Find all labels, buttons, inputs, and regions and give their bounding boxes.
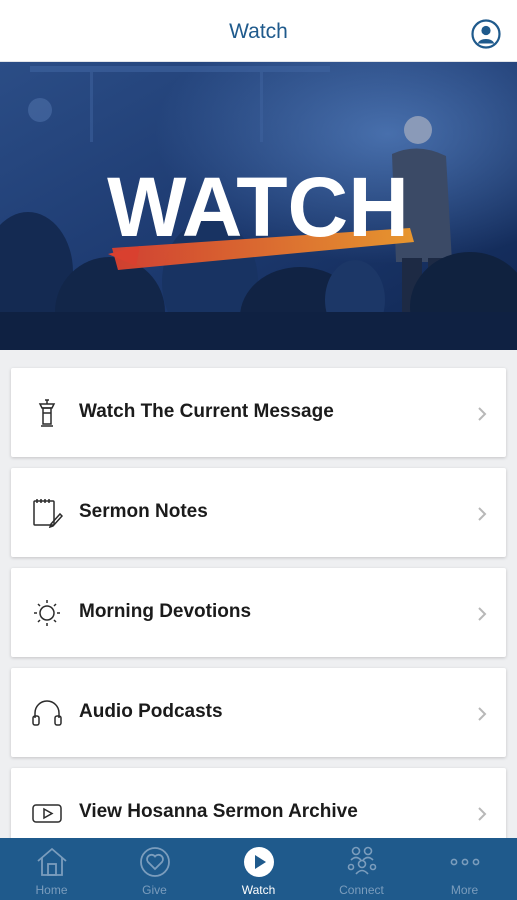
tab-label: Home: [35, 883, 68, 897]
home-icon: [37, 847, 67, 876]
pulpit-icon: [38, 399, 56, 427]
heart-icon: [140, 847, 170, 877]
tab-more[interactable]: More: [413, 838, 516, 900]
headphones-icon: [32, 700, 62, 726]
menu-item-label: View Hosanna Sermon Archive: [79, 801, 358, 822]
group-icon: [347, 846, 377, 875]
bottom-tab-bar: Home Give Watch Connect More: [0, 838, 517, 900]
tab-home[interactable]: Home: [0, 838, 103, 900]
hero-title: WATCH: [107, 160, 409, 254]
tab-label: Connect: [339, 883, 384, 897]
menu-item-label: Morning Devotions: [79, 601, 252, 622]
play-icon: [244, 847, 274, 877]
tab-watch[interactable]: Watch: [207, 838, 310, 900]
chevron-right-icon: [478, 807, 487, 821]
tab-label: More: [450, 883, 479, 897]
menu-item-morning-devotions[interactable]: Morning Devotions: [11, 568, 506, 657]
menu-item-label: Sermon Notes: [79, 501, 208, 522]
menu-item-label: Watch The Current Message: [79, 401, 334, 422]
page-title: Watch: [229, 20, 288, 43]
tab-label: Give: [142, 883, 167, 897]
menu-item-current-message[interactable]: Watch The Current Message: [11, 368, 506, 457]
tab-connect[interactable]: Connect: [310, 838, 413, 900]
menu-item-sermon-notes[interactable]: Sermon Notes: [11, 468, 506, 557]
menu-item-label: Audio Podcasts: [79, 701, 223, 722]
watch-menu: Watch The Current Message Sermon Notes M…: [0, 350, 517, 838]
play-video-icon: [32, 804, 62, 823]
tab-label: Watch: [241, 883, 276, 897]
sun-icon: [34, 600, 60, 626]
tab-give[interactable]: Give: [103, 838, 206, 900]
chevron-right-icon: [478, 407, 487, 421]
more-dots-icon: [450, 858, 480, 866]
hero-banner: WATCH: [0, 62, 517, 350]
notepad-pencil-icon: [33, 499, 63, 528]
chevron-right-icon: [478, 507, 487, 521]
menu-item-audio-podcasts[interactable]: Audio Podcasts: [11, 668, 506, 757]
chevron-right-icon: [478, 707, 487, 721]
chevron-right-icon: [478, 607, 487, 621]
top-bar: Watch: [0, 0, 517, 62]
profile-icon[interactable]: [471, 19, 501, 49]
menu-item-sermon-archive[interactable]: View Hosanna Sermon Archive: [11, 768, 506, 838]
